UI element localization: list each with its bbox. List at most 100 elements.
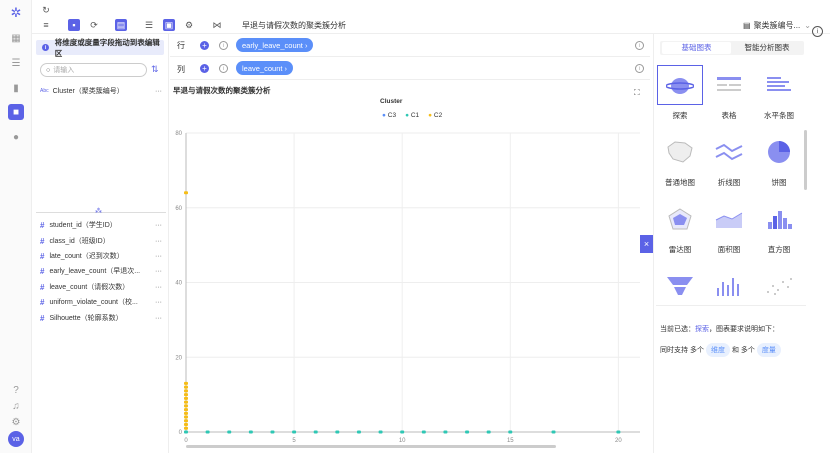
more-icon[interactable]: ···	[155, 222, 162, 229]
status-selected: 探索	[695, 326, 709, 333]
chart-option-column[interactable]	[706, 266, 752, 306]
measure-field[interactable]: # late_count（迟到次数） ···	[40, 250, 164, 262]
data-point-C2	[184, 393, 188, 397]
more-icon[interactable]: ···	[155, 88, 162, 95]
drag-handle-icon[interactable]: ⁂	[95, 207, 102, 215]
dataset-label: 聚类簇编号...	[753, 21, 801, 30]
share-icon[interactable]: ⋈	[211, 19, 223, 31]
measure-icon: #	[40, 282, 45, 292]
chart-option-funnel[interactable]	[657, 266, 703, 306]
data-point-C2	[184, 404, 188, 408]
measure-icon: #	[40, 297, 45, 307]
status-prefix: 当前已选：	[660, 326, 695, 333]
sync-icon[interactable]: ⟳	[88, 19, 100, 31]
measure-field[interactable]: # uniform_violate_count（校... ···	[40, 296, 164, 308]
grid-icon[interactable]: ▤	[115, 19, 127, 31]
fullscreen-icon[interactable]: ⛶	[634, 88, 640, 98]
app-logo-icon[interactable]: ✲	[8, 5, 24, 21]
x-tick-label: 10	[399, 438, 406, 444]
layout-icon[interactable]: ▣	[163, 19, 175, 31]
more-icon[interactable]: ···	[155, 299, 162, 306]
info-icon[interactable]: i	[635, 64, 644, 73]
area-icon	[715, 212, 743, 228]
chart-option-radar[interactable]	[657, 199, 703, 239]
y-tick-label: 0	[179, 430, 183, 436]
measure-field[interactable]: # student_id（学生ID） ···	[40, 219, 164, 231]
info-icon[interactable]: i	[635, 41, 644, 50]
refresh-icon[interactable]: ↻	[40, 4, 52, 16]
add-row-icon[interactable]: +	[200, 41, 209, 50]
measure-field[interactable]: # class_id（班级ID） ···	[40, 235, 164, 247]
chart-option-explore[interactable]	[657, 65, 703, 105]
data-point-C2	[184, 426, 188, 430]
dataset-select[interactable]: ▤ 聚类簇编号... ⌄	[743, 20, 811, 31]
data-point-C2	[184, 381, 188, 385]
help-icon[interactable]: ?	[8, 382, 24, 398]
search-input[interactable]: ○ 请输入	[40, 63, 147, 77]
chart-option-pie[interactable]	[756, 132, 802, 172]
more-icon[interactable]: ···	[155, 284, 162, 291]
dataset-icon: ▤	[743, 21, 751, 30]
row-field-pill[interactable]: early_leave_count ›	[236, 38, 314, 52]
chart-option-area[interactable]	[706, 199, 752, 239]
legend-item[interactable]: ● C2	[428, 112, 442, 119]
tab-basic[interactable]: 基础图表	[662, 42, 731, 54]
panel-scrollbar[interactable]	[804, 130, 807, 190]
x-tick-label: 15	[507, 438, 514, 444]
avatar[interactable]: va	[8, 431, 24, 447]
data-point-C1	[205, 430, 210, 434]
field-label: early_leave_count（早退次...	[49, 268, 141, 275]
chart-option-hbar[interactable]	[756, 65, 802, 105]
data-point-C1	[508, 430, 513, 434]
save-icon[interactable]: ▪	[68, 19, 80, 31]
bell-icon[interactable]: ♫	[8, 398, 24, 414]
data-point-C1	[421, 430, 426, 434]
database-icon[interactable]: ☰	[8, 55, 24, 71]
measure-field[interactable]: # early_leave_count（早退次... ···	[40, 265, 164, 277]
field-label: uniform_violate_count（校...	[49, 299, 138, 306]
measure-field[interactable]: # Silhouette（轮廓系数） ···	[40, 312, 164, 324]
chart-option-map[interactable]	[657, 132, 703, 172]
legend-item[interactable]: ● C1	[405, 112, 419, 119]
close-panel-icon[interactable]: ×	[640, 235, 653, 253]
data-point-C2	[184, 411, 188, 415]
folder-icon[interactable]: ■	[8, 104, 24, 120]
dashboard-icon[interactable]: ▦	[8, 30, 24, 46]
data-point-C2	[184, 385, 188, 389]
legend-item[interactable]: ● C3	[382, 112, 396, 119]
legend-dot-icon: ●	[405, 112, 409, 119]
measure-field[interactable]: # leave_count（请假次数） ···	[40, 281, 164, 293]
table-icon	[717, 77, 741, 91]
col-field-pill[interactable]: leave_count ›	[236, 61, 294, 75]
sort-icon[interactable]: ⇅	[151, 64, 159, 75]
chart-option-line[interactable]	[706, 132, 752, 172]
gear-icon[interactable]: ⚙	[8, 414, 24, 430]
more-icon[interactable]: ···	[155, 238, 162, 245]
data-point-C1	[616, 430, 621, 434]
more-icon[interactable]: ···	[155, 315, 162, 322]
data-point-C1	[378, 430, 383, 434]
filter-icon[interactable]: ☰	[143, 19, 155, 31]
settings-circle-icon[interactable]: ●	[8, 129, 24, 145]
info-icon[interactable]: i	[219, 64, 228, 73]
tab-smart[interactable]: 智能分析图表	[732, 42, 802, 54]
gear-icon[interactable]: ⚙	[183, 19, 195, 31]
field-label: Silhouette（轮廓系数）	[49, 315, 123, 322]
chart-option-histogram[interactable]	[756, 199, 802, 239]
info-icon[interactable]: i	[219, 41, 228, 50]
more-icon[interactable]: ···	[155, 268, 162, 275]
legend-dot-icon: ●	[428, 112, 433, 119]
chart-option-label: 水平条图	[764, 111, 794, 120]
chart-option-scatter[interactable]	[756, 266, 802, 306]
info-icon[interactable]: i	[812, 26, 823, 37]
list-icon[interactable]: ≡	[40, 19, 52, 31]
more-icon[interactable]: ···	[155, 253, 162, 260]
support-text: 同时支持 多个	[660, 347, 704, 354]
chart-icon[interactable]: ▮	[8, 80, 24, 96]
data-point-C1	[400, 430, 405, 434]
h-scrollbar[interactable]	[186, 445, 556, 448]
dimension-field[interactable]: Abc Cluster（聚类簇编号） ···	[40, 85, 164, 97]
chart-option-table[interactable]	[706, 65, 752, 105]
field-label: class_id（班级ID）	[49, 238, 110, 245]
add-col-icon[interactable]: +	[200, 64, 209, 73]
